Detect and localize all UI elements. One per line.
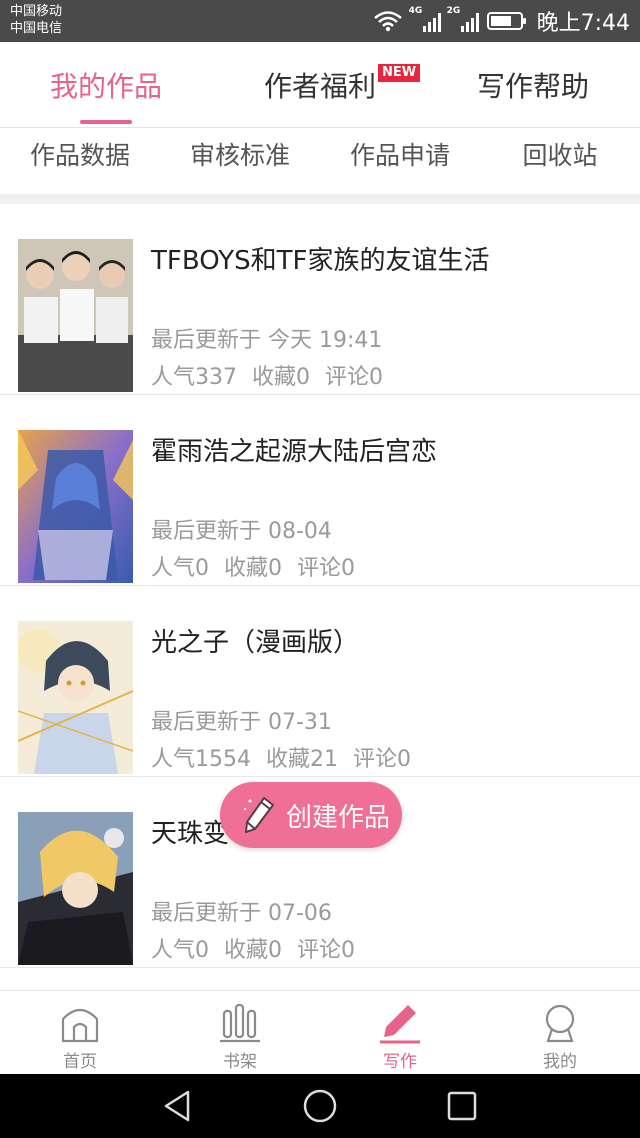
recent-apps-icon[interactable] (442, 1086, 482, 1126)
popularity-count: 人气337 (151, 365, 237, 390)
clock: 晚上7:44 (536, 11, 630, 36)
work-stats: 人气1554 收藏21 评论0 (151, 741, 411, 773)
popularity-count: 人气0 (151, 556, 209, 581)
work-last-updated: 最后更新于 07-31 (151, 710, 332, 735)
work-last-updated: 最后更新于 07-06 (151, 901, 332, 926)
wifi-icon (373, 11, 402, 32)
work-stats: 人气0 收藏0 评论0 (151, 550, 355, 582)
popularity-count: 人气1554 (151, 747, 251, 772)
tab-label: 我的作品 (49, 70, 162, 103)
bottom-nav: 首页 书架 写作 我的 (0, 990, 640, 1074)
favorites-count: 收藏0 (224, 938, 282, 963)
work-item[interactable]: TFBOYS和TF家族的友谊生活 最后更新于 今天 19:41 人气337 收藏… (0, 204, 640, 395)
work-item[interactable]: 霍雨浩之起源大陆后宫恋 最后更新于 08-04 人气0 收藏0 评论0 (0, 395, 640, 586)
bookshelf-icon (220, 1003, 260, 1043)
signal-icon: 4G (409, 6, 441, 32)
work-cover (18, 430, 133, 583)
works-list: TFBOYS和TF家族的友谊生活 最后更新于 今天 19:41 人气337 收藏… (0, 204, 640, 968)
carrier-1: 中国移动 (10, 4, 63, 19)
nav-writing[interactable]: 写作 (320, 991, 480, 1075)
battery-icon (486, 12, 526, 30)
nav-home[interactable]: 首页 (0, 991, 160, 1075)
home-icon (61, 1008, 99, 1043)
battery-level (490, 16, 511, 26)
status-icons: 4G 2G 晚上7:44 (373, 0, 630, 42)
nav-label: 写作 (383, 1052, 417, 1072)
work-item[interactable]: 光之子（漫画版） 最后更新于 07-31 人气1554 收藏21 评论0 (0, 586, 640, 777)
favorites-count: 收藏0 (252, 365, 310, 390)
work-last-updated: 最后更新于 今天 19:41 (151, 328, 383, 353)
tab-label: 作者福利 (263, 70, 376, 103)
nav-label: 我的 (543, 1052, 577, 1072)
tab-label: 写作帮助 (476, 70, 589, 103)
subnav-work-application[interactable]: 作品申请 (320, 128, 480, 180)
subnav-work-data[interactable]: 作品数据 (0, 128, 160, 180)
new-badge: NEW (378, 64, 421, 82)
carrier-2: 中国电信 (10, 21, 63, 36)
comments-count: 评论0 (297, 938, 355, 963)
pencil-icon (380, 1005, 420, 1044)
work-title: 天珠变 (151, 819, 230, 849)
pencil-icon (243, 797, 274, 833)
work-stats: 人气337 收藏0 评论0 (151, 359, 383, 391)
profile-icon (545, 1004, 575, 1043)
work-title: 霍雨浩之起源大陆后宫恋 (151, 437, 438, 467)
comments-count: 评论0 (297, 556, 355, 581)
signal-icon: 2G (447, 6, 479, 32)
network-type-1: 4G (408, 6, 423, 16)
tab-author-benefits[interactable]: 作者福利 (240, 42, 400, 128)
work-cover (18, 812, 133, 965)
create-work-label: 创建作品 (286, 802, 391, 833)
system-nav-bar (0, 1074, 640, 1138)
nav-profile[interactable]: 我的 (480, 991, 640, 1075)
work-title: 光之子（漫画版） (151, 628, 360, 658)
work-last-updated: 最后更新于 08-04 (151, 519, 332, 544)
work-stats: 人气0 收藏0 评论0 (151, 932, 355, 964)
nav-bookshelf[interactable]: 书架 (160, 991, 320, 1075)
work-cover (18, 621, 133, 774)
comments-count: 评论0 (325, 365, 383, 390)
sub-nav: 作品数据 审核标准 作品申请 回收站 (0, 128, 640, 194)
work-title: TFBOYS和TF家族的友谊生活 (151, 246, 490, 276)
home-button-icon[interactable] (300, 1086, 340, 1126)
subnav-recycle-bin[interactable]: 回收站 (480, 128, 640, 180)
back-icon[interactable] (158, 1086, 198, 1126)
nav-label: 首页 (63, 1052, 97, 1072)
subnav-review-standards[interactable]: 审核标准 (160, 128, 320, 180)
favorites-count: 收藏0 (224, 556, 282, 581)
work-cover (18, 239, 133, 392)
section-divider (0, 194, 640, 204)
active-tab-indicator (80, 120, 132, 124)
favorites-count: 收藏21 (266, 747, 338, 772)
comments-count: 评论0 (353, 747, 411, 772)
popularity-count: 人气0 (151, 938, 209, 963)
tab-writing-help[interactable]: 写作帮助 (453, 42, 613, 128)
tab-my-works[interactable]: 我的作品 (26, 42, 186, 128)
network-type-2: 2G (446, 6, 461, 16)
carrier-info: 中国移动 中国电信 (10, 3, 62, 37)
status-bar: 中国移动 中国电信 4G 2G 晚上7:44 (0, 0, 640, 42)
nav-label: 书架 (223, 1052, 257, 1072)
top-tabs: 我的作品 作者福利 NEW 写作帮助 (0, 42, 640, 128)
create-work-button[interactable]: 创建作品 (220, 782, 402, 848)
